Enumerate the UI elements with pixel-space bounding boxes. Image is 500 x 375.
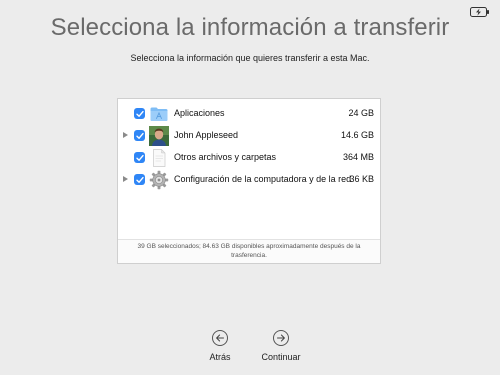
arrow-left-icon: [216, 334, 224, 342]
applications-folder-icon: [149, 104, 169, 124]
user-size: 14.6 GB: [340, 130, 374, 140]
continue-button[interactable]: [273, 330, 289, 346]
selection-summary: 39 GB seleccionados; 84.63 GB disponible…: [118, 239, 380, 263]
applications-label: Aplicaciones: [174, 108, 225, 118]
back-button[interactable]: [212, 330, 228, 346]
applications-checkbox[interactable]: [134, 108, 145, 119]
settings-checkbox[interactable]: [134, 174, 145, 185]
user-disclosure-triangle-icon[interactable]: [123, 132, 128, 138]
user-label: John Appleseed: [174, 130, 239, 140]
applications-size: 24 GB: [348, 108, 374, 118]
other-files-checkbox[interactable]: [134, 152, 145, 163]
transfer-item-other-files: Otros archivos y carpetas 364 MB: [118, 147, 380, 169]
transfer-item-user: John Appleseed 14.6 GB: [118, 125, 380, 147]
document-icon: [149, 148, 169, 168]
arrow-right-icon: [277, 334, 285, 342]
gear-icon: [149, 170, 169, 190]
battery-charging-icon: [470, 4, 490, 17]
back-label[interactable]: Atrás: [185, 352, 255, 362]
other-files-size: 364 MB: [342, 152, 374, 162]
user-checkbox[interactable]: [134, 130, 145, 141]
continue-label[interactable]: Continuar: [246, 352, 316, 362]
other-files-label: Otros archivos y carpetas: [174, 152, 277, 162]
settings-disclosure-triangle-icon[interactable]: [123, 176, 128, 182]
settings-size: 36 KB: [349, 174, 374, 184]
transfer-item-applications: Aplicaciones 24 GB: [118, 103, 380, 125]
transfer-item-list: Aplicaciones 24 GB John Appleseed 14.6 G…: [118, 99, 380, 239]
settings-label: Configuración de la computadora y de la …: [174, 174, 352, 184]
transfer-item-settings: Configuración de la computadora y de la …: [118, 169, 380, 191]
transfer-list-panel: Aplicaciones 24 GB John Appleseed 14.6 G…: [117, 98, 381, 264]
page-subtitle: Selecciona la información que quieres tr…: [130, 53, 370, 63]
user-avatar-icon: [149, 126, 169, 146]
page-title: Selecciona la información a transferir: [50, 14, 450, 41]
